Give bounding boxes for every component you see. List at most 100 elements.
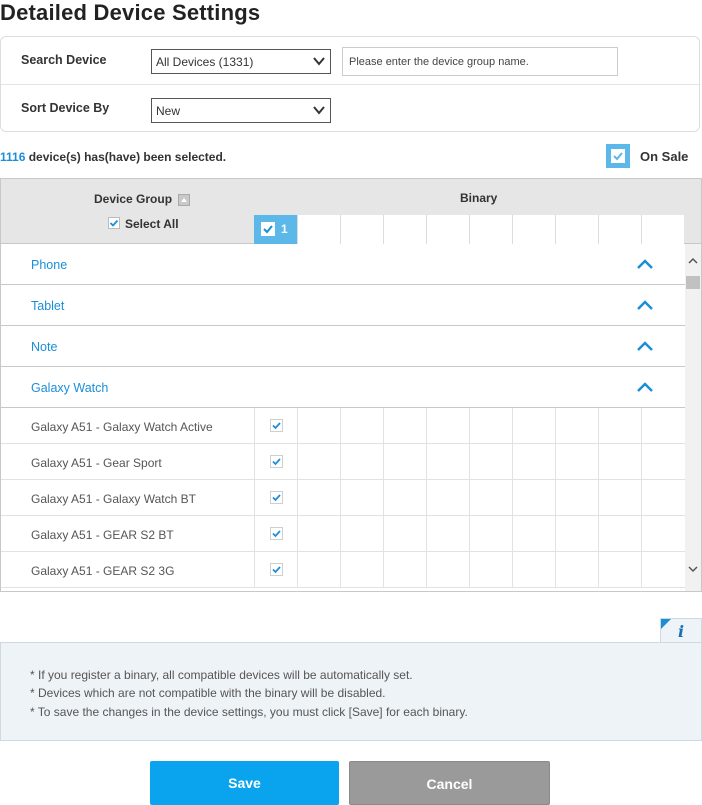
binary-column-1[interactable]: 1 xyxy=(254,215,297,244)
save-button[interactable]: Save xyxy=(150,761,339,805)
device-binary-cell-empty xyxy=(383,408,426,444)
scrollbar-thumb[interactable] xyxy=(686,276,700,289)
device-binary-checkbox[interactable] xyxy=(254,516,297,552)
binary-column-empty xyxy=(469,215,512,244)
scroll-up-arrow-icon[interactable] xyxy=(688,256,698,266)
device-binary-cell-empty xyxy=(641,552,684,588)
selected-count-suffix: device(s) has(have) been selected. xyxy=(25,150,227,164)
device-row: Galaxy A51 - Gear Sport xyxy=(1,444,685,480)
group-row-note[interactable]: Note xyxy=(1,326,685,367)
device-binary-cells xyxy=(254,444,685,480)
device-binary-cell-empty xyxy=(469,552,512,588)
checkbox-checked-icon xyxy=(270,419,283,432)
device-group-search-input[interactable]: Please enter the device group name. xyxy=(342,47,618,76)
device-binary-checkbox[interactable] xyxy=(254,552,297,588)
corner-marker xyxy=(661,619,671,629)
group-row-tablet[interactable]: Tablet xyxy=(1,285,685,326)
checkbox-checked-icon xyxy=(270,527,283,540)
device-binary-cell-empty xyxy=(555,444,598,480)
checkbox-checked-icon xyxy=(261,222,275,236)
page-title: Detailed Device Settings xyxy=(0,0,261,25)
sort-select-value: New xyxy=(156,104,181,118)
device-group-header: Device Group xyxy=(94,192,173,206)
info-line: * If you register a binary, all compatib… xyxy=(30,668,413,682)
device-binary-cell-empty xyxy=(383,516,426,552)
device-binary-cells xyxy=(254,552,685,588)
device-binary-cells xyxy=(254,480,685,516)
sort-device-row: Sort Device By New xyxy=(1,85,699,133)
device-binary-cell-empty xyxy=(512,516,555,552)
device-binary-cell-empty xyxy=(641,408,684,444)
device-binary-cell-empty xyxy=(512,480,555,516)
chevron-up-icon[interactable] xyxy=(635,339,655,353)
device-binary-cell-empty xyxy=(641,516,684,552)
binary-column-empty xyxy=(598,215,641,244)
device-binary-cell-empty xyxy=(598,552,641,588)
info-line: * Devices which are not compatible with … xyxy=(30,686,386,700)
device-binary-cell-empty xyxy=(598,444,641,480)
device-binary-checkbox[interactable] xyxy=(254,444,297,480)
device-binary-checkbox[interactable] xyxy=(254,408,297,444)
binary-columns: 1 xyxy=(254,215,685,244)
search-device-row: Search Device All Devices (1331) Please … xyxy=(1,37,699,85)
device-binary-cell-empty xyxy=(426,480,469,516)
sort-select[interactable]: New xyxy=(151,98,331,123)
device-binary-cell-empty xyxy=(555,552,598,588)
binary-column-empty xyxy=(340,215,383,244)
binary-column-empty xyxy=(383,215,426,244)
device-row: Galaxy A51 - GEAR S2 BT xyxy=(1,516,685,552)
binary-column-empty xyxy=(297,215,340,244)
search-device-label: Search Device xyxy=(21,53,107,67)
device-binary-cell-empty xyxy=(469,408,512,444)
grid-scrollbar[interactable] xyxy=(685,244,701,591)
binary-label: 1 xyxy=(281,222,288,236)
device-binary-cells xyxy=(254,516,685,552)
group-label: Note xyxy=(31,340,58,354)
checkbox-checked-icon xyxy=(270,455,283,468)
device-row: Galaxy A51 - Galaxy Watch Active xyxy=(1,408,685,444)
group-label: Galaxy Watch xyxy=(31,381,109,395)
sort-icon[interactable] xyxy=(178,194,190,206)
checkbox-checked-icon xyxy=(108,217,120,229)
device-name: Galaxy A51 - GEAR S2 3G xyxy=(31,564,175,578)
scroll-down-arrow-icon[interactable] xyxy=(688,564,698,574)
device-binary-cell-empty xyxy=(383,552,426,588)
device-binary-cell-empty xyxy=(555,480,598,516)
device-binary-cell-empty xyxy=(512,552,555,588)
device-row: Galaxy A51 - Galaxy Watch BT xyxy=(1,480,685,516)
group-row-phone[interactable]: Phone xyxy=(1,244,685,285)
device-binary-cell-empty xyxy=(469,516,512,552)
selected-count: 1116 xyxy=(0,150,26,164)
checkbox-checked-icon xyxy=(270,563,283,576)
on-sale-checkbox[interactable] xyxy=(606,144,630,168)
device-binary-cell-empty xyxy=(555,408,598,444)
select-all[interactable]: Select All xyxy=(108,217,179,231)
device-binary-cells xyxy=(254,408,685,444)
device-binary-cell-empty xyxy=(297,408,340,444)
binary-column-empty xyxy=(512,215,555,244)
cancel-button[interactable]: Cancel xyxy=(349,761,550,805)
chevron-down-icon xyxy=(313,106,325,115)
device-binary-cell-empty xyxy=(297,516,340,552)
device-name: Galaxy A51 - Gear Sport xyxy=(31,456,162,470)
chevron-up-icon[interactable] xyxy=(635,380,655,394)
device-binary-cell-empty xyxy=(426,444,469,480)
device-binary-cell-empty xyxy=(512,408,555,444)
info-line: * To save the changes in the device sett… xyxy=(30,705,468,719)
device-binary-cell-empty xyxy=(641,480,684,516)
device-binary-cell-empty xyxy=(469,444,512,480)
device-name: Galaxy A51 - Galaxy Watch BT xyxy=(31,492,196,506)
checkbox-checked-icon xyxy=(270,491,283,504)
chevron-up-icon[interactable] xyxy=(635,257,655,271)
device-name: Galaxy A51 - Galaxy Watch Active xyxy=(31,420,213,434)
device-binary-cell-empty xyxy=(340,408,383,444)
group-row-galaxy-watch[interactable]: Galaxy Watch xyxy=(1,367,685,408)
device-binary-cell-empty xyxy=(426,408,469,444)
device-binary-cell-empty xyxy=(340,516,383,552)
check-icon xyxy=(613,152,623,161)
chevron-up-icon[interactable] xyxy=(635,298,655,312)
device-filter-select[interactable]: All Devices (1331) xyxy=(151,49,331,74)
device-binary-checkbox[interactable] xyxy=(254,480,297,516)
device-binary-cell-empty xyxy=(598,480,641,516)
device-binary-cell-empty xyxy=(469,480,512,516)
